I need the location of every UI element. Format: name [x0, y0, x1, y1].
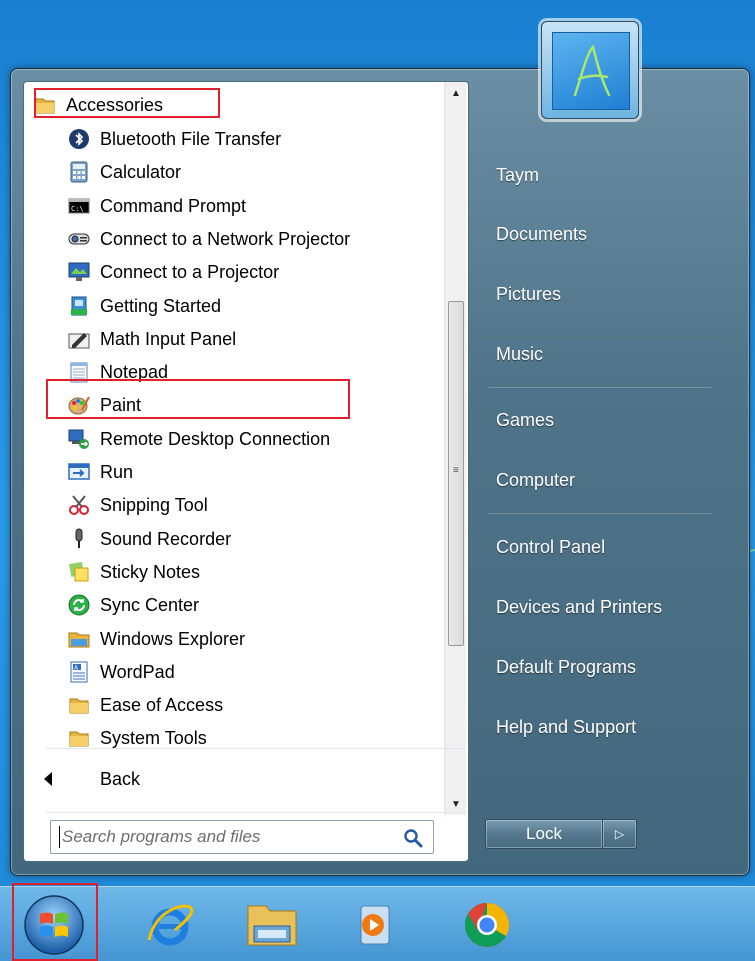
program-bluetooth-file-transfer[interactable]: Bluetooth File Transfer: [68, 124, 281, 154]
program-math-input-panel[interactable]: Math Input Panel: [68, 324, 236, 354]
shutdown-options-arrow-icon[interactable]: ▷: [603, 819, 637, 849]
taskbar-chrome[interactable]: [455, 893, 519, 957]
file-explorer-icon: [247, 905, 297, 946]
program-label: Sticky Notes: [100, 561, 201, 582]
link-control-panel[interactable]: Control Panel: [496, 527, 605, 567]
search-placeholder: Search programs and files: [62, 827, 261, 846]
chrome-icon: [465, 903, 509, 947]
media-player-icon: [360, 905, 390, 945]
program-label: Remote Desktop Connection: [100, 428, 331, 449]
projector-icon: [68, 261, 90, 283]
program-windows-explorer[interactable]: Windows Explorer: [68, 624, 245, 654]
program-label: Snipping Tool: [100, 494, 208, 515]
avatar-letter-icon: [573, 44, 611, 97]
folder-ease-of-access[interactable]: Ease of Access: [68, 690, 223, 720]
microphone-icon: [68, 528, 90, 550]
scissors-icon: [68, 494, 90, 516]
program-label: Math Input Panel: [100, 328, 237, 349]
link-documents[interactable]: Documents: [496, 214, 587, 254]
start-menu: Accessories Bluetooth File Transfer Calcu…: [10, 21, 750, 876]
program-label: System Tools: [100, 727, 207, 748]
back-divider: [46, 748, 466, 749]
scroll-thumb[interactable]: ≡: [448, 301, 464, 646]
program-label: Bluetooth File Transfer: [100, 128, 282, 149]
highlight-paint: [46, 379, 350, 419]
network-projector-icon: [68, 228, 90, 250]
back-arrow-icon: [44, 772, 52, 786]
command-prompt-icon: C:\: [68, 195, 90, 217]
run-icon: [68, 461, 90, 483]
program-calculator[interactable]: Calculator: [68, 157, 181, 187]
programs-pane: Accessories Bluetooth File Transfer Calcu…: [23, 81, 469, 862]
highlight-accessories: [34, 88, 220, 118]
remote-desktop-icon: [68, 428, 90, 450]
back-button[interactable]: Back: [44, 764, 140, 794]
right-separator-1: [489, 387, 711, 388]
program-connect-to-a-projector[interactable]: Connect to a Projector: [68, 257, 279, 287]
program-label: Windows Explorer: [100, 628, 246, 649]
avatar-picture: [552, 32, 630, 110]
programs-list: Accessories Bluetooth File Transfer Calcu…: [24, 82, 441, 815]
program-label: Ease of Access: [100, 694, 224, 715]
math-input-icon: [68, 328, 90, 350]
program-label: Connect to a Network Projector: [100, 228, 351, 249]
program-label: Calculator: [100, 161, 182, 182]
taskbar: [0, 883, 755, 961]
program-label: WordPad: [100, 661, 175, 682]
program-getting-started[interactable]: Getting Started: [68, 291, 221, 321]
program-connect-to-a-network-projector[interactable]: Connect to a Network Projector: [68, 224, 350, 254]
scroll-up-arrow-icon[interactable]: ▲: [445, 82, 467, 104]
program-label: Sync Center: [100, 594, 200, 615]
link-devices-and-printers[interactable]: Devices and Printers: [496, 587, 662, 627]
link-computer[interactable]: Computer: [496, 460, 575, 500]
taskbar-internet-explorer[interactable]: [138, 893, 202, 957]
program-label: Run: [100, 461, 134, 482]
link-music[interactable]: Music: [496, 334, 543, 374]
bluetooth-icon: [68, 128, 90, 150]
folder-icon: [68, 727, 90, 749]
search-icon[interactable]: [403, 828, 423, 848]
program-snipping-tool[interactable]: Snipping Tool: [68, 490, 208, 520]
link-games[interactable]: Games: [496, 400, 554, 440]
taskbar-file-explorer[interactable]: [240, 893, 304, 957]
link-default-programs[interactable]: Default Programs: [496, 647, 636, 687]
program-label: Sound Recorder: [100, 528, 232, 549]
program-label: Command Prompt: [100, 195, 247, 216]
program-command-prompt[interactable]: C:\ Command Prompt: [68, 191, 246, 221]
lock-label: Lock: [526, 824, 562, 843]
user-avatar[interactable]: [541, 21, 639, 119]
program-run[interactable]: Run: [68, 457, 133, 487]
link-help-and-support[interactable]: Help and Support: [496, 707, 636, 747]
link-pictures[interactable]: Pictures: [496, 274, 561, 314]
taskbar-media-player[interactable]: [345, 893, 409, 957]
back-label: Back: [100, 768, 141, 789]
explorer-icon: [68, 628, 90, 650]
folder-icon: [68, 694, 90, 716]
scroll-grip-icon: ≡: [453, 465, 459, 476]
programs-scrollbar[interactable]: ▲ ≡ ▼: [444, 82, 466, 815]
internet-explorer-icon: [147, 904, 194, 946]
program-sync-center[interactable]: Sync Center: [68, 590, 199, 620]
getting-started-icon: [68, 295, 90, 317]
program-label: Connect to a Projector: [100, 261, 280, 282]
search-input[interactable]: Search programs and files: [50, 820, 434, 854]
program-sticky-notes[interactable]: Sticky Notes: [68, 557, 200, 587]
sync-icon: [68, 594, 90, 616]
svg-text:C:\: C:\: [71, 205, 84, 213]
text-caret: [59, 826, 60, 848]
program-sound-recorder[interactable]: Sound Recorder: [68, 524, 231, 554]
right-separator-2: [489, 513, 711, 514]
search-divider: [46, 812, 466, 813]
lock-button[interactable]: Lock: [485, 819, 603, 849]
program-label: Getting Started: [100, 295, 222, 316]
calculator-icon: [68, 161, 90, 183]
wordpad-icon: A: [68, 661, 90, 683]
program-remote-desktop-connection[interactable]: Remote Desktop Connection: [68, 424, 330, 454]
highlight-start: [12, 883, 98, 961]
program-wordpad[interactable]: A WordPad: [68, 657, 175, 687]
link-taym[interactable]: Taym: [496, 155, 539, 195]
sticky-notes-icon: [68, 561, 90, 583]
